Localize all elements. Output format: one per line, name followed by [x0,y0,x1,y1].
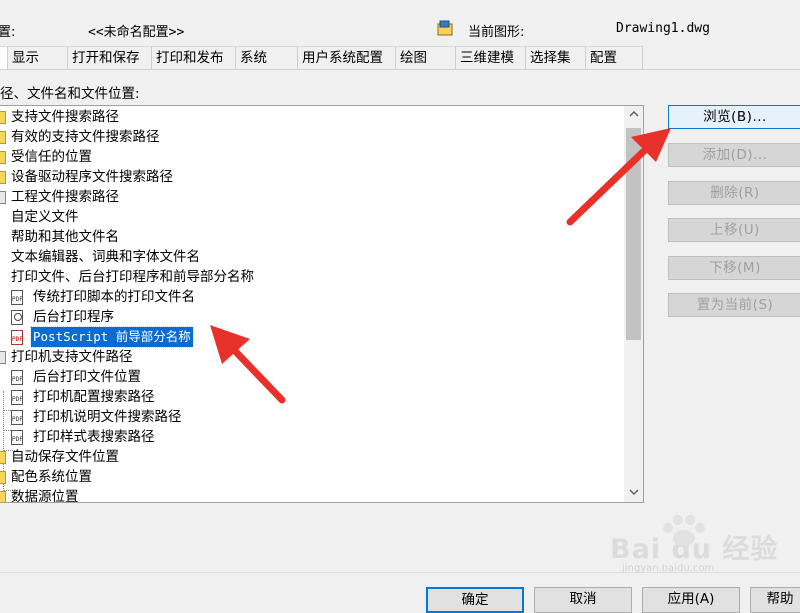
tab-open-save[interactable]: 打开和保存 [68,46,152,69]
profile-value: <<未命名配置>> [88,25,185,40]
folder-icon [0,171,6,184]
tab-drafting[interactable]: 绘图 [396,46,456,69]
folder-icon [0,191,6,204]
tab-files-partial[interactable] [0,46,8,69]
tab-display[interactable]: 显示 [8,46,68,69]
drawing-icon [437,20,455,36]
tab-profiles[interactable]: 配置 [586,46,643,69]
cancel-button[interactable]: 取消 [534,587,632,613]
help-button[interactable]: 帮助 [750,587,800,613]
tab-3d-modeling[interactable]: 三维建模 [456,46,526,69]
add-button[interactable]: 添加(D)... [668,143,800,167]
paw-watermark-icon [663,515,705,546]
folder-icon [0,491,6,502]
postscript-icon: PDF [11,330,23,345]
tab-selection[interactable]: 选择集 [526,46,586,69]
tab-strip: 显示 打开和保存 打印和发布 系统 用户系统配置 绘图 三维建模 选择集 配置 [0,46,800,70]
document-icon: PDF [11,410,23,425]
tab-system[interactable]: 系统 [236,46,298,69]
set-current-button[interactable]: 置为当前(S) [668,293,800,317]
folder-icon [0,151,6,164]
tab-user-preferences[interactable]: 用户系统配置 [298,46,396,69]
file-locations-tree[interactable]: 支持文件搜索路径 有效的支持文件搜索路径 受信任的位置 设备驱动程序文件搜索路径… [0,105,644,503]
folder-icon [0,351,6,364]
folder-icon [0,111,6,124]
current-drawing-label: 当前图形: [468,25,525,40]
document-icon: PDF [11,390,23,405]
move-up-button[interactable]: 上移(U) [668,218,800,242]
scroll-down-icon[interactable] [624,484,643,502]
scroll-thumb[interactable] [626,128,641,340]
folder-icon [0,451,6,464]
browse-button[interactable]: 浏览(B)... [668,105,800,129]
ok-button[interactable]: 确定 [426,587,524,613]
folder-icon [0,131,6,144]
printer-icon [11,310,23,325]
watermark-url: jingyan.baidu.com [622,563,715,574]
document-icon: PDF [11,430,23,445]
folder-icon [0,471,6,484]
remove-button[interactable]: 删除(R) [668,181,800,205]
tab-plot-publish[interactable]: 打印和发布 [152,46,236,69]
document-icon: PDF [11,370,23,385]
current-drawing-value: Drawing1.dwg [616,21,710,36]
apply-button[interactable]: 应用(A) [642,587,740,613]
section-label: 径、文件名和文件位置: [0,86,140,102]
move-down-button[interactable]: 下移(M) [668,256,800,280]
tab-underline [0,69,800,70]
profile-bar: 置: <<未命名配置>> 当前图形: Drawing1.dwg [0,0,800,46]
tree-scrollbar[interactable] [624,106,643,502]
profile-label: 置: [0,25,16,40]
scroll-up-icon[interactable] [624,106,643,124]
document-icon: PDF [11,290,23,305]
